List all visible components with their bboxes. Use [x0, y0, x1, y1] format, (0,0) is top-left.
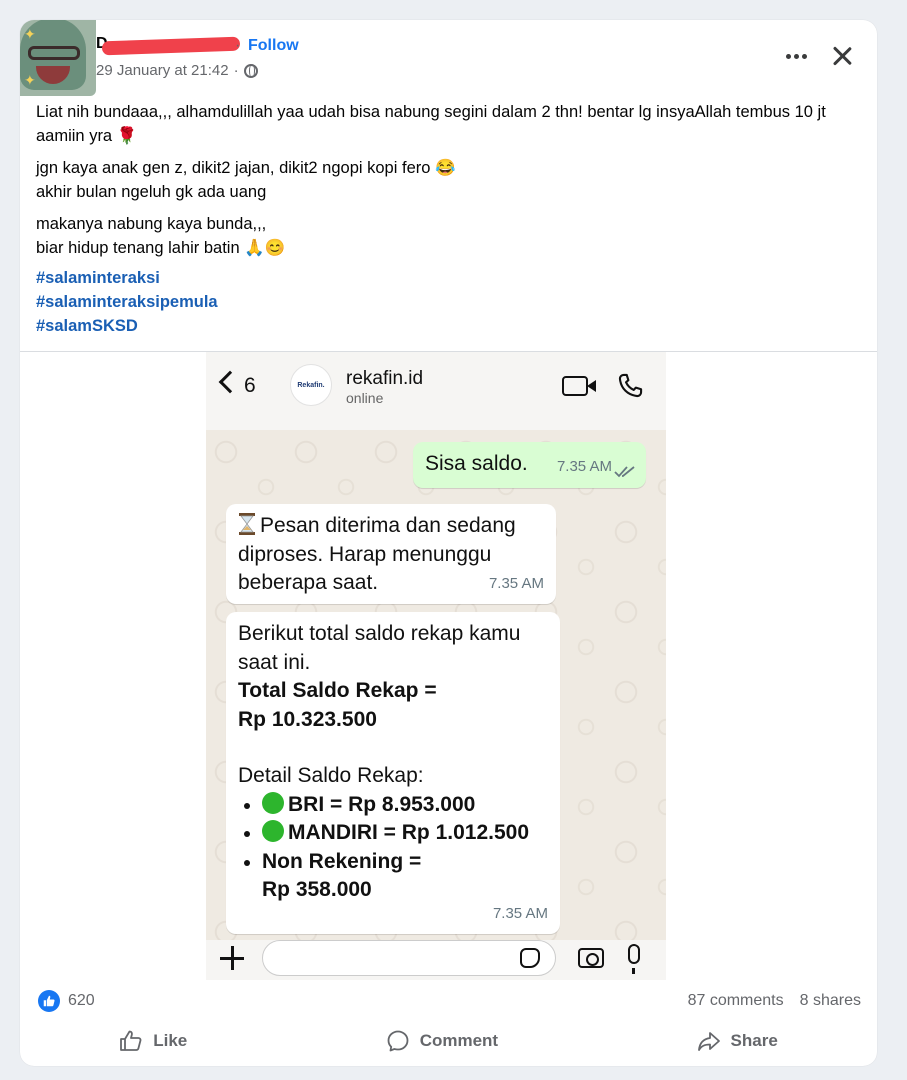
hashtag-link[interactable]: #salaminteraksipemula — [36, 290, 218, 314]
message-time: 7.35 AM — [488, 574, 544, 592]
contact-name: rekafin.id — [346, 368, 424, 389]
list-item: MANDIRI = Rp 1.012.500 — [238, 819, 548, 848]
share-icon — [697, 1032, 720, 1051]
message-text: Sisa saldo. — [425, 452, 528, 475]
comment-icon — [387, 1030, 409, 1052]
message-input[interactable] — [262, 940, 556, 976]
close-button[interactable] — [830, 44, 854, 68]
hashtag-link[interactable]: #salamSKSD — [36, 314, 218, 338]
like-count: 620 — [68, 992, 95, 1009]
sparkle-icon: ✦ — [24, 72, 36, 88]
back-chevron-icon[interactable] — [218, 370, 242, 394]
comment-label: Comment — [419, 1031, 499, 1050]
like-label: Like — [153, 1031, 188, 1050]
message-time: 7.35 AM — [556, 457, 612, 475]
avatar-glasses — [28, 46, 80, 60]
balance-item-text: BRI = Rp 8.953.000 — [288, 792, 476, 816]
attached-chat-screenshot[interactable]: 6 Rekafin. rekafin.id online Sisa saldo.… — [206, 352, 666, 980]
comment-button[interactable]: Comment — [370, 1025, 514, 1057]
post-timestamp[interactable]: 29 January at 21:42 — [96, 62, 229, 79]
message-text: Pesan diterima dan sedang diproses. Hara… — [238, 514, 516, 594]
post-paragraph: Liat nih bundaaa,,, alhamdulillah yaa ud… — [36, 103, 826, 145]
post-paragraph: jgn kaya anak gen z, dikit2 jajan, dikit… — [36, 159, 456, 201]
unread-count: 6 — [244, 374, 256, 397]
thumbs-up-icon — [120, 1030, 142, 1051]
microphone-icon[interactable] — [628, 944, 640, 974]
incoming-message: Pesan diterima dan sedang diproses. Hara… — [226, 504, 556, 604]
like-button[interactable]: Like — [103, 1025, 203, 1057]
engagement-stats: 87 comments 8 shares — [688, 992, 861, 1010]
hourglass-icon — [239, 513, 255, 535]
hashtag-link[interactable]: #salaminteraksi — [36, 266, 218, 290]
like-reaction-icon — [38, 990, 60, 1012]
chat-input-bar — [206, 940, 666, 980]
balance-item-text: MANDIRI = Rp 1.012.500 — [288, 821, 530, 844]
share-button[interactable]: Share — [681, 1025, 794, 1057]
green-circle-icon — [262, 791, 284, 814]
separator-dot: · — [235, 37, 241, 54]
more-options-button[interactable] — [782, 46, 810, 66]
action-bar: Like Comment Share — [20, 1025, 877, 1057]
read-ticks-icon — [614, 466, 635, 478]
list-item: BRI = Rp 8.953.000 — [238, 791, 548, 820]
post-card: ✦ ✦ D · Follow 29 January at 21:42 · Lia… — [20, 20, 877, 1066]
sticker-icon[interactable] — [520, 948, 540, 968]
name-redaction — [101, 36, 241, 56]
post-meta: 29 January at 21:42 · — [96, 62, 258, 79]
post-paragraph: makanya nabung kaya bunda,,, biar hidup … — [36, 215, 286, 257]
total-value: Rp 10.323.500 — [238, 707, 377, 731]
reaction-summary[interactable]: 620 — [38, 990, 95, 1012]
shares-count[interactable]: 8 shares — [800, 992, 861, 1010]
video-call-icon[interactable] — [562, 376, 596, 396]
detail-label: Detail Saldo Rekap: — [238, 764, 424, 787]
message-intro: Berikut total saldo rekap kamu saat ini. — [238, 622, 521, 674]
contact-avatar: Rekafin. — [290, 364, 332, 406]
follow-button[interactable]: Follow — [248, 37, 299, 55]
phone-call-icon[interactable] — [616, 372, 644, 400]
share-label: Share — [730, 1031, 778, 1050]
balance-item-text: Non Rekening = Rp 358.000 — [262, 849, 422, 902]
incoming-message: Berikut total saldo rekap kamu saat ini.… — [226, 612, 560, 934]
list-item: Non Rekening = Rp 358.000 — [238, 848, 548, 905]
separator-dot: · — [233, 62, 239, 79]
balance-list: BRI = Rp 8.953.000 MANDIRI = Rp 1.012.50… — [238, 791, 548, 905]
plus-icon[interactable] — [220, 946, 244, 970]
author-avatar[interactable]: ✦ ✦ — [20, 20, 96, 96]
comments-count[interactable]: 87 comments — [688, 992, 784, 1010]
outgoing-message: Sisa saldo. 7.35 AM — [413, 442, 646, 488]
globe-icon — [243, 63, 258, 78]
contact-avatar-text: Rekafin. — [297, 381, 325, 389]
green-circle-icon — [262, 820, 284, 842]
post-body: Liat nih bundaaa,,, alhamdulillah yaa ud… — [36, 100, 836, 268]
hashtag-list: #salaminteraksi #salaminteraksipemula #s… — [36, 266, 218, 338]
total-label: Total Saldo Rekap = — [238, 679, 437, 702]
message-time: 7.35 AM — [492, 904, 548, 922]
sparkle-icon: ✦ — [24, 26, 36, 42]
chat-header: 6 Rekafin. rekafin.id online — [206, 352, 666, 430]
camera-icon[interactable] — [578, 948, 604, 968]
contact-status: online — [346, 390, 384, 406]
